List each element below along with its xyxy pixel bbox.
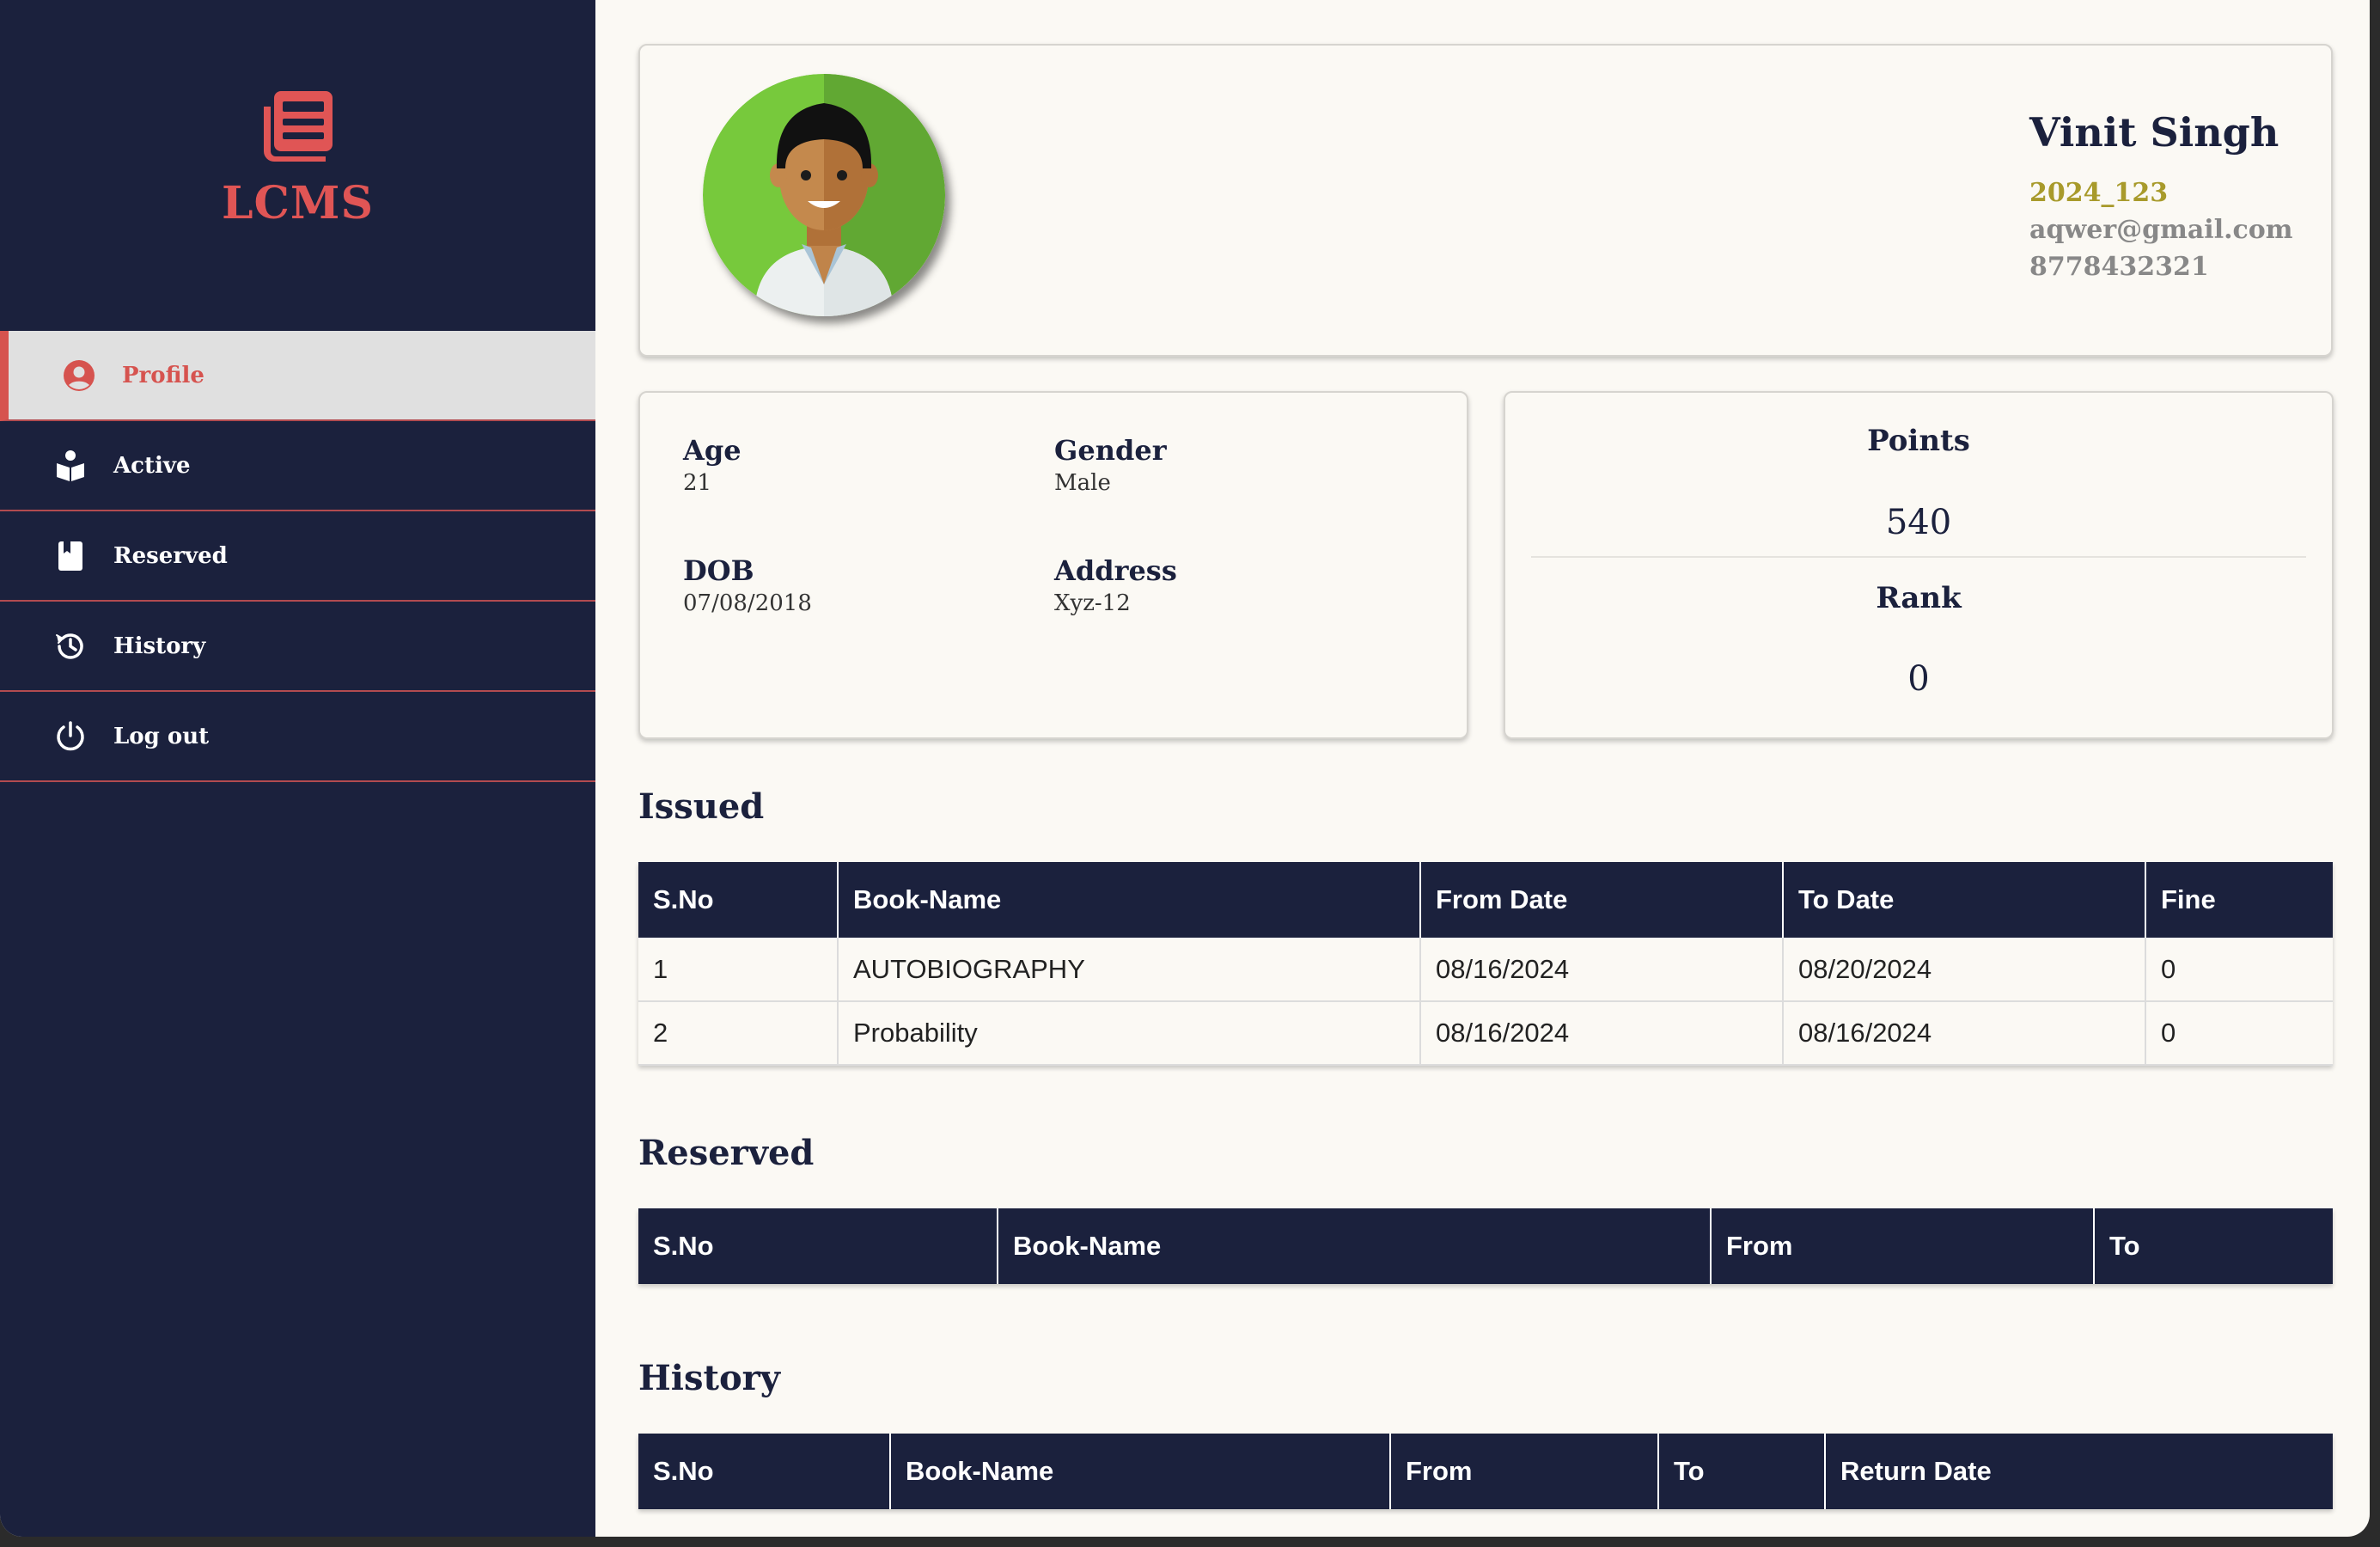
table-row: 2 Probability 08/16/2024 08/16/2024 0 <box>638 1001 2333 1066</box>
points-value: 540 <box>1885 503 1952 542</box>
table-cell: 08/16/2024 <box>1783 1001 2146 1066</box>
column-header: S.No <box>638 1434 891 1509</box>
table-cell: AUTOBIOGRAPHY <box>838 938 1421 1002</box>
profile-card: Vinit Singh 2024_123 aqwer@gmail.com 877… <box>638 44 2333 357</box>
sidebar-item-label: Active <box>113 452 191 479</box>
bookmark-book-icon <box>53 539 88 573</box>
gender-value: Male <box>1054 470 1111 496</box>
app-window: LCMS Profile Active Reserved History Log… <box>0 0 2370 1537</box>
sidebar-item-label: History <box>113 633 206 659</box>
app-name: LCMS <box>221 177 375 229</box>
sidebar-item-active[interactable]: Active <box>0 421 595 511</box>
table-cell: Probability <box>838 1001 1421 1066</box>
user-circle-icon <box>62 358 96 393</box>
newspaper-logo-icon <box>263 91 333 162</box>
sidebar-item-history[interactable]: History <box>0 602 595 692</box>
sidebar: LCMS Profile Active Reserved History Log… <box>0 0 595 1537</box>
table-header-row: S.No Book-Name From Date To Date Fine <box>638 862 2333 938</box>
history-title: History <box>638 1358 780 1398</box>
column-header: From Date <box>1420 862 1784 938</box>
table-cell: 0 <box>2145 938 2333 1002</box>
dob-label: DOB <box>683 554 754 587</box>
column-header: To Date <box>1783 862 2146 938</box>
column-header: S.No <box>638 1208 998 1284</box>
sidebar-item-label: Log out <box>113 723 210 749</box>
issued-table: S.No Book-Name From Date To Date Fine 1 … <box>638 862 2333 1066</box>
dob-field: DOB 07/08/2018 <box>683 554 812 616</box>
column-header: To <box>1658 1434 1826 1509</box>
sidebar-item-profile[interactable]: Profile <box>0 331 595 421</box>
column-header: Fine <box>2145 862 2333 938</box>
sidebar-item-reserved[interactable]: Reserved <box>0 511 595 602</box>
column-header: From <box>1711 1208 2095 1284</box>
dob-value: 07/08/2018 <box>683 590 812 616</box>
sidebar-nav: Profile Active Reserved History Log out <box>0 331 595 782</box>
address-field: Address Xyz-12 <box>1054 554 1177 616</box>
issued-title: Issued <box>638 786 765 827</box>
rank-label: Rank <box>1876 581 1962 615</box>
rank-value: 0 <box>1907 659 1930 699</box>
column-header: Book-Name <box>838 862 1421 938</box>
gender-label: Gender <box>1054 434 1167 467</box>
power-icon <box>53 719 88 754</box>
book-reader-icon <box>53 449 88 483</box>
address-label: Address <box>1054 554 1177 587</box>
logo: LCMS <box>0 86 595 229</box>
address-value: Xyz-12 <box>1054 590 1131 616</box>
details-card: Age 21 Gender Male DOB 07/08/2018 Addres… <box>638 391 1468 739</box>
reserved-table: S.No Book-Name From To <box>638 1208 2333 1284</box>
age-value: 21 <box>683 470 712 496</box>
table-row: 1 AUTOBIOGRAPHY 08/16/2024 08/20/2024 0 <box>638 938 2333 1002</box>
reserved-title: Reserved <box>638 1133 815 1173</box>
table-cell: 2 <box>638 1001 839 1066</box>
profile-id: 2024_123 <box>2029 178 2169 208</box>
table-cell: 1 <box>638 938 839 1002</box>
sidebar-item-logout[interactable]: Log out <box>0 692 595 782</box>
table-cell: 08/16/2024 <box>1420 938 1784 1002</box>
column-header: From <box>1390 1434 1659 1509</box>
column-header: S.No <box>638 862 839 938</box>
table-cell: 08/16/2024 <box>1420 1001 1784 1066</box>
points-label: Points <box>1867 424 1970 458</box>
history-icon <box>53 629 88 663</box>
column-header: Book-Name <box>890 1434 1391 1509</box>
profile-name: Vinit Singh <box>2029 109 2279 156</box>
points-card: Points 540 Rank 0 <box>1504 391 2334 739</box>
avatar <box>703 74 945 316</box>
sidebar-item-label: Reserved <box>113 542 228 569</box>
column-header: To <box>2094 1208 2333 1284</box>
profile-phone: 8778432321 <box>2029 252 2209 282</box>
table-header-row: S.No Book-Name From To <box>638 1208 2333 1284</box>
table-header-row: S.No Book-Name From To Return Date <box>638 1434 2333 1509</box>
age-field: Age 21 <box>683 434 741 496</box>
age-label: Age <box>683 434 741 467</box>
history-table: S.No Book-Name From To Return Date <box>638 1434 2333 1509</box>
table-cell: 0 <box>2145 1001 2333 1066</box>
profile-email: aqwer@gmail.com <box>2029 215 2293 245</box>
column-header: Book-Name <box>998 1208 1712 1284</box>
table-cell: 08/20/2024 <box>1783 938 2146 1002</box>
sidebar-item-label: Profile <box>122 362 204 388</box>
column-header: Return Date <box>1825 1434 2333 1509</box>
divider <box>1531 556 2306 558</box>
profile-info: Vinit Singh 2024_123 aqwer@gmail.com 877… <box>2029 109 2293 282</box>
gender-field: Gender Male <box>1054 434 1167 496</box>
